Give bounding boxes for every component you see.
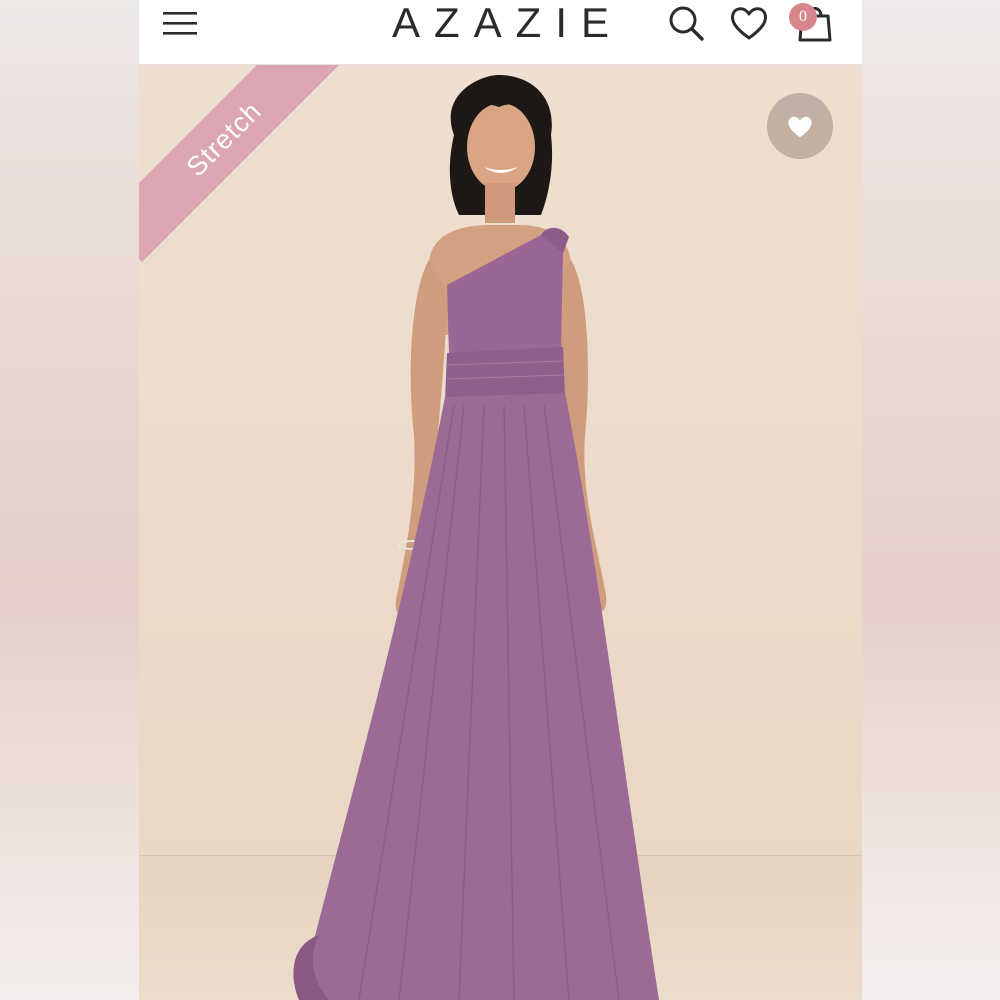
site-header: AZAZIE 0 bbox=[139, 0, 862, 65]
heart-filled-icon bbox=[788, 116, 812, 138]
search-icon[interactable] bbox=[666, 3, 706, 43]
favorite-button[interactable] bbox=[767, 93, 833, 159]
right-background bbox=[862, 0, 1000, 1000]
left-background bbox=[0, 0, 139, 1000]
cart-count-badge: 0 bbox=[789, 3, 817, 31]
model-in-dress-illustration bbox=[293, 75, 659, 1000]
product-image[interactable]: Stretch bbox=[139, 65, 862, 1000]
wishlist-heart-icon[interactable] bbox=[729, 3, 769, 43]
mobile-screen: AZAZIE 0 Stretch bbox=[139, 0, 862, 1000]
